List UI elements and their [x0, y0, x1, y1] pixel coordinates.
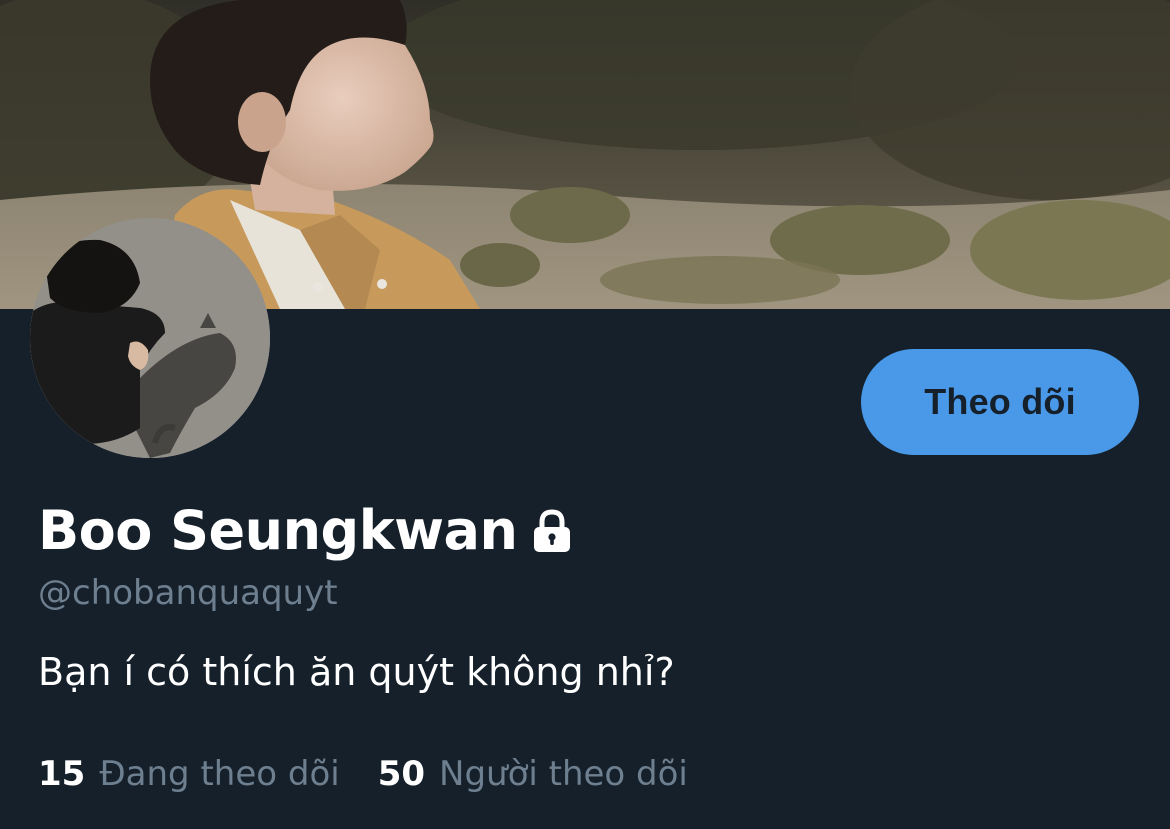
profile-bio: Bạn í có thích ăn quýt không nhỉ? [38, 650, 675, 694]
lock-icon [529, 508, 575, 554]
profile-stats: 15 Đang theo dõi 50 Người theo dõi [38, 752, 688, 796]
profile-page: Theo dõi Boo Seungkwan @chobanquaquyt Bạ… [0, 0, 1170, 829]
display-name-row: Boo Seungkwan [38, 496, 575, 566]
followers-count: 50 [377, 754, 426, 794]
following-count: 15 [38, 754, 86, 794]
followers-link[interactable]: 50 Người theo dõi [378, 754, 688, 794]
user-handle: @chobanquaquyt [38, 573, 338, 613]
following-label: Đang theo dõi [99, 754, 340, 794]
following-link[interactable]: 15 Đang theo dõi [38, 754, 340, 794]
follow-button[interactable]: Theo dõi [861, 349, 1139, 455]
followers-label: Người theo dõi [439, 754, 688, 794]
display-name: Boo Seungkwan [38, 499, 518, 562]
profile-avatar[interactable] [30, 218, 270, 458]
